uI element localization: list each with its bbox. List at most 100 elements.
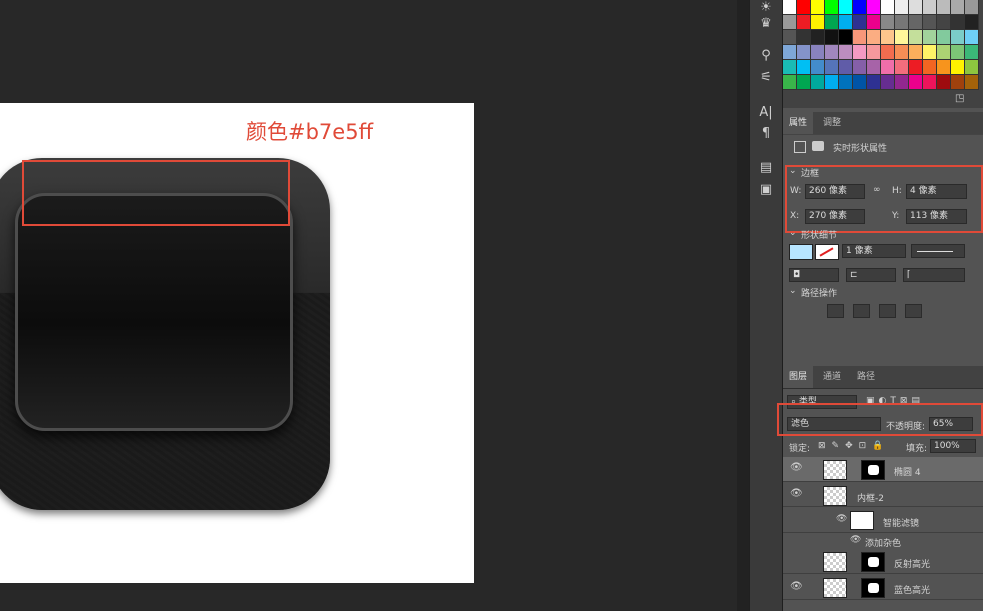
color-swatch[interactable] <box>797 15 811 30</box>
color-swatch[interactable] <box>811 60 825 75</box>
tab-adjustments[interactable]: 调整 <box>817 112 847 134</box>
new-swatch-icon[interactable]: ◳ <box>955 93 964 104</box>
eye-icon[interactable]: 👁 <box>790 462 803 473</box>
color-swatch[interactable] <box>965 30 979 45</box>
color-swatch[interactable] <box>923 15 937 30</box>
color-swatch[interactable] <box>839 60 853 75</box>
color-swatch[interactable] <box>881 60 895 75</box>
color-swatch[interactable] <box>867 45 881 60</box>
color-swatch[interactable] <box>909 30 923 45</box>
sliders-icon[interactable]: ⚟ <box>757 70 775 86</box>
stroke-align-dropdown[interactable]: ◘ <box>789 268 839 282</box>
stroke-corners-dropdown[interactable]: ⌈ <box>903 268 965 282</box>
color-swatch[interactable] <box>923 30 937 45</box>
color-swatch[interactable] <box>811 15 825 30</box>
color-swatch[interactable] <box>881 45 895 60</box>
color-swatch[interactable] <box>881 30 895 45</box>
color-swatch[interactable] <box>811 75 825 90</box>
color-swatch[interactable] <box>951 0 965 15</box>
color-swatch[interactable] <box>839 75 853 90</box>
color-swatch[interactable] <box>783 0 797 15</box>
color-swatch[interactable] <box>867 30 881 45</box>
y-field[interactable]: 113 像素 <box>906 209 967 224</box>
color-swatch[interactable] <box>839 30 853 45</box>
color-swatch[interactable] <box>853 0 867 15</box>
shape-detail-chevron[interactable]: ⌄ <box>789 228 797 238</box>
color-swatch[interactable] <box>839 0 853 15</box>
color-swatch[interactable] <box>783 45 797 60</box>
link-icon[interactable]: ∞ <box>873 185 881 195</box>
color-swatch[interactable] <box>965 0 979 15</box>
intersect-shapes-button[interactable] <box>879 304 896 318</box>
color-swatch[interactable] <box>853 60 867 75</box>
color-swatch[interactable] <box>825 30 839 45</box>
color-swatch[interactable] <box>965 45 979 60</box>
color-swatch[interactable] <box>923 45 937 60</box>
color-swatch[interactable] <box>839 15 853 30</box>
color-swatch[interactable] <box>965 15 979 30</box>
color-swatch[interactable] <box>895 45 909 60</box>
color-swatch[interactable] <box>783 75 797 90</box>
tab-layers[interactable]: 图层 <box>783 366 814 388</box>
color-swatch[interactable] <box>783 15 797 30</box>
color-swatch[interactable] <box>797 75 811 90</box>
color-swatch[interactable] <box>839 45 853 60</box>
color-swatch[interactable] <box>797 0 811 15</box>
tab-paths[interactable]: 路径 <box>851 366 881 388</box>
tab-properties[interactable]: 属性 <box>783 112 814 134</box>
opacity-field[interactable]: 65% <box>929 417 973 431</box>
subtract-shapes-button[interactable] <box>853 304 870 318</box>
color-swatch[interactable] <box>825 0 839 15</box>
color-swatch[interactable] <box>853 30 867 45</box>
color-swatch[interactable] <box>937 30 951 45</box>
notes-icon[interactable]: ▣ <box>757 182 775 198</box>
panel-collapse-strip[interactable] <box>737 0 749 611</box>
color-swatch[interactable] <box>797 30 811 45</box>
color-swatch[interactable] <box>825 15 839 30</box>
color-swatch[interactable] <box>867 15 881 30</box>
color-swatch[interactable] <box>811 30 825 45</box>
color-swatch[interactable] <box>923 0 937 15</box>
height-field[interactable]: 4 像素 <box>906 184 967 199</box>
lock-icons[interactable]: ⊠✎✥⊡🔒 <box>818 441 889 451</box>
color-swatch[interactable] <box>895 30 909 45</box>
color-swatch[interactable] <box>909 45 923 60</box>
character-icon[interactable]: A| <box>757 105 775 121</box>
color-swatch[interactable] <box>783 30 797 45</box>
brush-icon[interactable]: ⚲ <box>757 48 775 64</box>
color-swatch[interactable] <box>825 45 839 60</box>
color-swatch[interactable] <box>923 60 937 75</box>
stroke-color-swatch[interactable] <box>815 244 839 260</box>
fill-field[interactable]: 100% <box>930 439 976 453</box>
color-swatch[interactable] <box>965 60 979 75</box>
stroke-caps-dropdown[interactable]: ⊏ <box>846 268 896 282</box>
color-swatch[interactable] <box>895 75 909 90</box>
fill-color-swatch[interactable] <box>789 244 813 260</box>
swatches-grid[interactable] <box>783 0 983 90</box>
stroke-style-dropdown[interactable] <box>911 244 965 258</box>
color-swatch[interactable] <box>923 75 937 90</box>
color-swatch[interactable] <box>881 0 895 15</box>
eye-icon[interactable]: 👁 <box>836 514 847 524</box>
tab-channels[interactable]: 通道 <box>817 366 847 388</box>
color-swatch[interactable] <box>853 15 867 30</box>
path-ops-chevron[interactable]: ⌄ <box>789 286 797 296</box>
exclude-shapes-button[interactable] <box>905 304 922 318</box>
blend-mode-dropdown[interactable]: 滤色 <box>787 417 881 431</box>
color-swatch[interactable] <box>951 75 965 90</box>
sun-icon[interactable]: ☀ <box>757 0 775 16</box>
eye-icon[interactable]: 👁 <box>850 535 861 545</box>
color-swatch[interactable] <box>895 0 909 15</box>
color-swatch[interactable] <box>937 15 951 30</box>
color-swatch[interactable] <box>867 60 881 75</box>
color-swatch[interactable] <box>937 75 951 90</box>
color-swatch[interactable] <box>951 30 965 45</box>
crown-icon[interactable]: ♛ <box>757 16 775 32</box>
color-swatch[interactable] <box>909 60 923 75</box>
color-swatch[interactable] <box>811 0 825 15</box>
color-swatch[interactable] <box>853 75 867 90</box>
mask-properties-icon[interactable] <box>812 141 824 151</box>
color-swatch[interactable] <box>937 45 951 60</box>
color-swatch[interactable] <box>797 45 811 60</box>
color-swatch[interactable] <box>895 15 909 30</box>
